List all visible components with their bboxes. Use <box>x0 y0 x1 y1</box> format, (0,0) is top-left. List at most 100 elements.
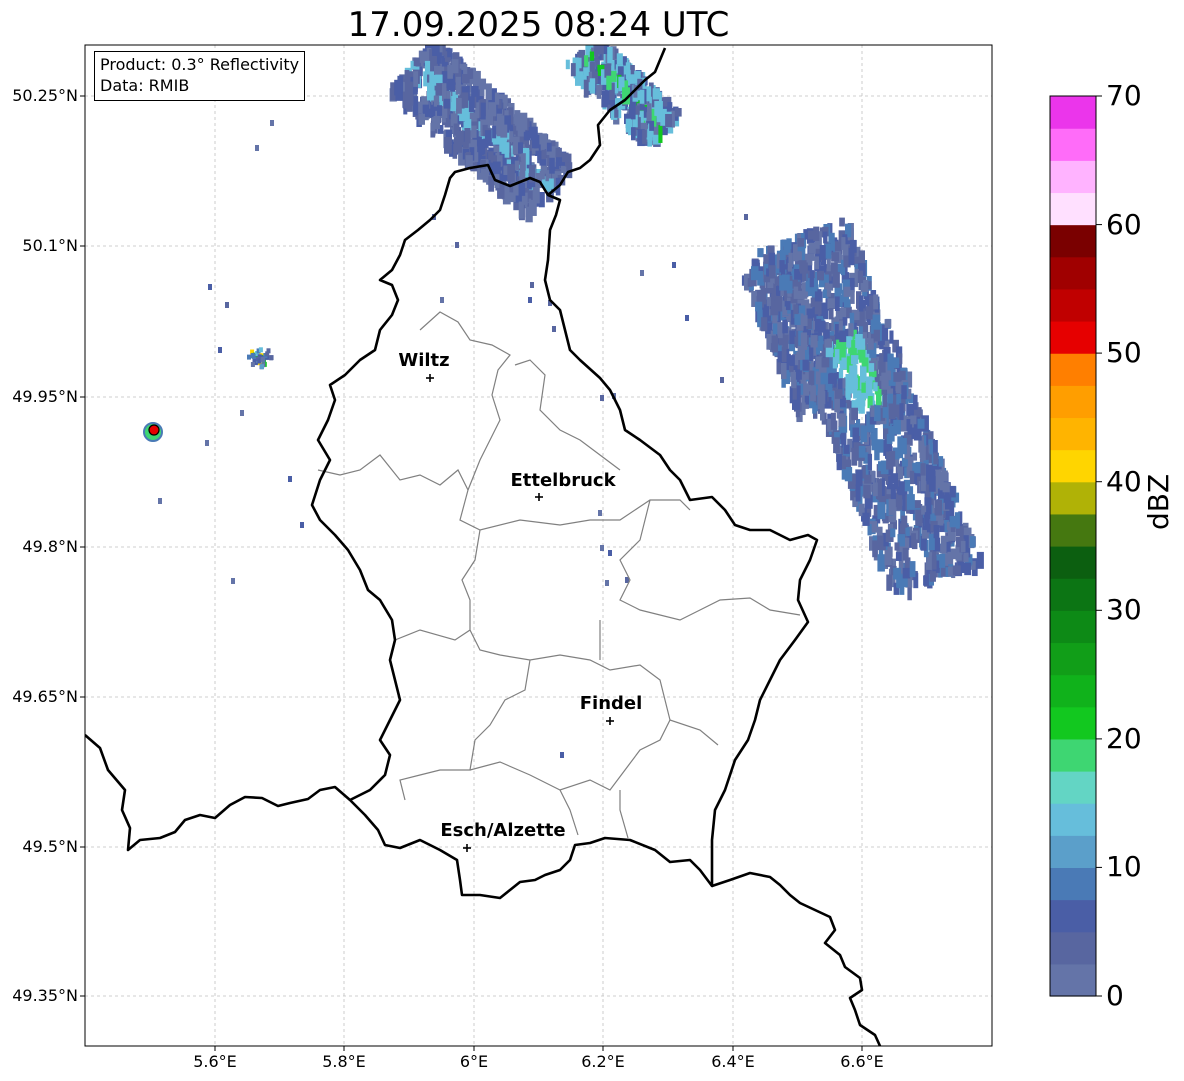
radar-echo-cell <box>861 382 866 393</box>
colorbar-tick-label: 40 <box>1106 465 1142 498</box>
radar-echo-cell <box>477 139 485 153</box>
radar-echo-cell <box>819 245 826 260</box>
radar-echo-cell <box>867 453 873 471</box>
radar-echo-cell <box>850 290 855 304</box>
radar-echo-cell <box>944 492 950 501</box>
colorbar-segment <box>1050 353 1096 386</box>
radar-echo-cell <box>779 260 785 273</box>
radar-echo-cell <box>647 132 653 147</box>
radar-echo-cell <box>437 105 443 116</box>
radar-echo-cell <box>901 515 908 528</box>
radar-echo-cell <box>446 90 451 100</box>
radar-echo-cell <box>911 533 916 547</box>
radar-echo-cell <box>789 355 795 366</box>
radar-echo-cell <box>413 96 419 113</box>
radar-echo-cell <box>451 96 457 109</box>
radar-echo-cell <box>896 494 903 510</box>
radar-echo-cell <box>456 97 462 114</box>
radar-echo-cell <box>869 363 875 372</box>
radar-echo-cell <box>855 484 861 502</box>
colorbar-segment <box>1050 256 1096 290</box>
radar-echo-cell <box>870 405 875 417</box>
radar-echo-cell <box>886 574 892 591</box>
radar-echo-cell <box>218 347 222 353</box>
colorbar-segment <box>1050 192 1096 226</box>
radar-echo-cell <box>791 371 797 389</box>
radar-echo-cell <box>455 76 461 95</box>
radar-echo-cell <box>454 137 462 153</box>
radar-echo-cell <box>629 102 636 120</box>
radar-echo-cell <box>860 365 867 382</box>
radar-echo-cell <box>901 385 907 400</box>
radar-echo-cell <box>777 322 783 339</box>
radar-echo-cell <box>809 270 814 288</box>
radar-echo-cell <box>674 108 682 117</box>
radar-echo-cell <box>577 57 582 69</box>
radar-echo-cell <box>649 120 655 131</box>
colorbar-segment <box>1050 96 1096 129</box>
colorbar-segment <box>1050 160 1096 194</box>
radar-echo-cell <box>828 308 834 320</box>
radar-echo-cell <box>440 297 444 303</box>
radar-echo-cell <box>838 368 844 379</box>
lat-label: 49.95°N <box>12 387 78 406</box>
radar-echo-cell <box>834 296 840 312</box>
radar-echo-cell <box>785 301 791 311</box>
radar-echo-cell <box>831 252 840 262</box>
radar-echo-cell <box>507 164 515 182</box>
radar-echo-cell <box>923 575 929 586</box>
radar-echo-cell <box>528 297 532 303</box>
radar-echo-cell <box>776 296 783 312</box>
lat-label: 49.35°N <box>12 986 78 1005</box>
radar-echo-cell <box>836 454 842 471</box>
radar-echo-cell <box>453 123 460 136</box>
radar-echo-cell <box>492 125 497 139</box>
radar-echo-cell <box>799 260 807 272</box>
radar-echo-cell <box>652 88 660 100</box>
radar-echo-cell <box>935 472 943 488</box>
lon-label: 6°E <box>459 1052 489 1071</box>
radar-echo-cell <box>769 265 776 279</box>
colorbar-label: dBZ <box>1142 473 1175 530</box>
radar-echo-cell <box>843 286 851 297</box>
radar-echo-cell <box>589 51 595 61</box>
colorbar-segment <box>1050 867 1096 901</box>
radar-echo-cell <box>834 396 840 413</box>
radar-echo-cell <box>839 330 846 343</box>
city-label-ettelbruck: Ettelbruck <box>510 470 616 491</box>
radar-echo-cell <box>815 318 822 331</box>
radar-echo-cell <box>855 469 863 487</box>
radar-echo-cell <box>827 298 836 310</box>
colorbar-tick-label: 30 <box>1106 593 1142 626</box>
radar-echo-cell <box>424 60 431 75</box>
radar-echo-cell <box>521 153 526 171</box>
radar-echo-cell <box>555 147 562 158</box>
colorbar-segment <box>1050 706 1096 740</box>
radar-echo-cell <box>260 356 265 362</box>
radar-echo-cell <box>269 355 274 361</box>
radar-echo-cell <box>642 129 647 145</box>
radar-echo-cell <box>887 353 894 371</box>
radar-echo-cell <box>938 456 944 467</box>
radar-echo-cell <box>890 473 898 484</box>
radar-echo-cell <box>838 413 846 427</box>
radar-echo-cell <box>889 330 894 344</box>
radar-echo-cell <box>830 412 836 430</box>
radar-echo-cell <box>800 332 808 350</box>
colorbar-segment <box>1050 771 1096 804</box>
radar-echo-cell <box>860 425 868 443</box>
radar-echo-cell <box>850 377 858 390</box>
radar-echo-cell <box>807 230 816 240</box>
radar-echo-cell <box>843 299 851 308</box>
radar-echo-cell <box>594 45 602 55</box>
radar-echo-cell <box>924 512 930 530</box>
radar-echo-cell <box>934 499 942 516</box>
radar-echo-cell <box>434 65 442 75</box>
radar-echo-cell <box>939 553 946 568</box>
radar-echo-cell <box>436 81 443 96</box>
radar-echo-cell <box>862 357 869 367</box>
radar-echo-cell <box>886 433 893 445</box>
radar-echo-cell <box>672 262 676 268</box>
radar-echo-cell <box>888 498 896 516</box>
radar-echo-cell <box>608 550 612 556</box>
